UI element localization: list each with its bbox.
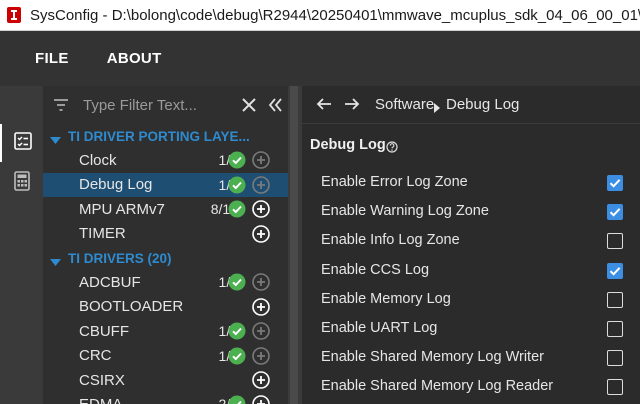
caret-down-icon[interactable]: [50, 132, 61, 150]
double-chevron-left-icon[interactable]: [267, 96, 283, 119]
option-label: Enable Memory Log: [321, 290, 451, 307]
option-checkbox[interactable]: [607, 175, 623, 191]
arrow-right-icon[interactable]: [344, 96, 360, 117]
tree-module-row[interactable]: CBUFF 1/1: [43, 319, 288, 343]
tree-module-row[interactable]: CRC 1/1: [43, 344, 288, 368]
option-row: Enable Memory Log: [302, 286, 640, 315]
plus-circle-icon[interactable]: [252, 175, 270, 194]
calculator-icon: [13, 170, 31, 196]
module-label: BOOTLOADER: [79, 298, 184, 316]
tree-module-row[interactable]: Clock 1/1: [43, 148, 288, 172]
menu-about[interactable]: ABOUT: [107, 50, 162, 67]
plus-circle-icon[interactable]: [252, 371, 270, 389]
tree-module-row[interactable]: ADCBUF 1/1: [43, 270, 288, 294]
check-circle-icon: [228, 322, 246, 340]
main-panel: Software Debug Log Debug Log Enable Erro…: [302, 86, 640, 404]
tree-group-label: TI DRIVER PORTING LAYE...: [68, 128, 250, 144]
module-label: CRC: [79, 347, 112, 365]
plus-circle-icon[interactable]: [252, 224, 270, 243]
window-title: SysConfig - D:\bolong\code\debug\R2944\2…: [30, 6, 640, 24]
tree-module-row[interactable]: EDMA2/6: [43, 392, 288, 404]
tree-group[interactable]: TI DRIVER PORTING LAYE...: [43, 124, 288, 148]
calculator-button[interactable]: [0, 164, 43, 202]
plus-circle-icon[interactable]: [252, 395, 270, 404]
filter-input[interactable]: [83, 94, 233, 116]
plus-circle-icon[interactable]: [252, 273, 270, 292]
module-tree-panel: TI DRIVER PORTING LAYE...Clock1/1Debug L…: [43, 86, 288, 404]
option-checkbox[interactable]: [607, 321, 623, 337]
option-row: Enable CCS Log: [302, 257, 640, 286]
check-circle-icon: [228, 273, 246, 291]
caret-right-icon: [433, 100, 441, 118]
module-label: EDMA: [79, 396, 122, 404]
tree-module-row[interactable]: Debug Log 1/1: [43, 172, 288, 197]
tree-group[interactable]: TI DRIVERS (20): [43, 246, 288, 270]
option-row: Enable Info Log Zone: [302, 227, 640, 256]
tree-module-row[interactable]: TIMER: [43, 222, 288, 246]
check-circle-icon: [228, 176, 246, 194]
tree-group-label: TI DRIVERS (20): [68, 250, 172, 266]
plus-circle-icon[interactable]: [252, 151, 270, 170]
menu-file[interactable]: FILE: [35, 50, 69, 67]
check-circle-icon: [228, 347, 246, 365]
option-row: Enable Error Log Zone: [302, 169, 640, 198]
breadcrumb: Software Debug Log: [302, 86, 640, 124]
module-label: CSIRX: [79, 371, 125, 389]
module-label: ADCBUF: [79, 273, 141, 291]
ti-logo-icon: [6, 6, 22, 24]
plus-circle-icon[interactable]: [252, 297, 270, 316]
option-label: Enable CCS Log: [321, 261, 430, 278]
option-row: Enable Shared Memory Log Writer: [302, 344, 640, 373]
panel-splitter[interactable]: [288, 86, 302, 404]
check-circle-icon: [228, 200, 246, 218]
check-circle-icon: [228, 151, 246, 169]
option-row: Enable Shared Memory Log Reader: [302, 373, 640, 402]
tree-module-row[interactable]: MPU ARMv7 8/16: [43, 197, 288, 221]
module-label: MPU ARMv7: [79, 200, 165, 218]
help-icon[interactable]: [386, 140, 398, 158]
option-checkbox[interactable]: [607, 262, 623, 279]
option-row: Enable Warning Log Zone: [302, 198, 640, 227]
option-checkbox[interactable]: [607, 379, 623, 396]
window-titlebar: SysConfig - D:\bolong\code\debug\R2944\2…: [0, 0, 640, 31]
option-label: Enable UART Log: [321, 320, 438, 336]
option-label: Enable Info Log Zone: [321, 232, 460, 249]
tree-module-row[interactable]: BOOTLOADER: [43, 295, 288, 319]
option-checkbox[interactable]: [607, 233, 623, 250]
option-label: Enable Warning Log Zone: [321, 203, 489, 220]
filter-bar: [43, 86, 288, 124]
menu-bar: FILE ABOUT: [0, 31, 640, 86]
option-checkbox[interactable]: [607, 291, 623, 308]
plus-circle-icon[interactable]: [252, 346, 270, 365]
module-label: Debug Log: [79, 176, 153, 194]
option-label: Enable Shared Memory Log Reader: [321, 378, 554, 395]
breadcrumb-root[interactable]: Software: [375, 96, 434, 113]
plus-circle-icon[interactable]: [252, 200, 270, 218]
module-label: Clock: [79, 151, 117, 169]
option-checkbox[interactable]: [607, 350, 623, 367]
check-circle-icon: [228, 395, 246, 404]
close-icon[interactable]: [241, 97, 257, 118]
module-list-button[interactable]: [0, 124, 43, 162]
module-label: TIMER: [79, 225, 126, 243]
page-title: Debug Log: [310, 137, 386, 153]
filter-icon: [53, 98, 69, 117]
option-label: Enable Shared Memory Log Writer: [321, 349, 544, 366]
tree-module-row[interactable]: CSIRX: [43, 368, 288, 392]
option-label: Enable Error Log Zone: [321, 174, 468, 190]
module-list-icon: [13, 131, 33, 156]
option-checkbox[interactable]: [607, 204, 623, 221]
activity-bar: [0, 86, 43, 404]
caret-down-icon[interactable]: [50, 254, 61, 272]
module-label: CBUFF: [79, 322, 129, 340]
arrow-left-icon[interactable]: [316, 96, 332, 117]
breadcrumb-current: Debug Log: [446, 96, 520, 113]
option-row: Enable UART Log: [302, 315, 640, 344]
plus-circle-icon[interactable]: [252, 322, 270, 340]
